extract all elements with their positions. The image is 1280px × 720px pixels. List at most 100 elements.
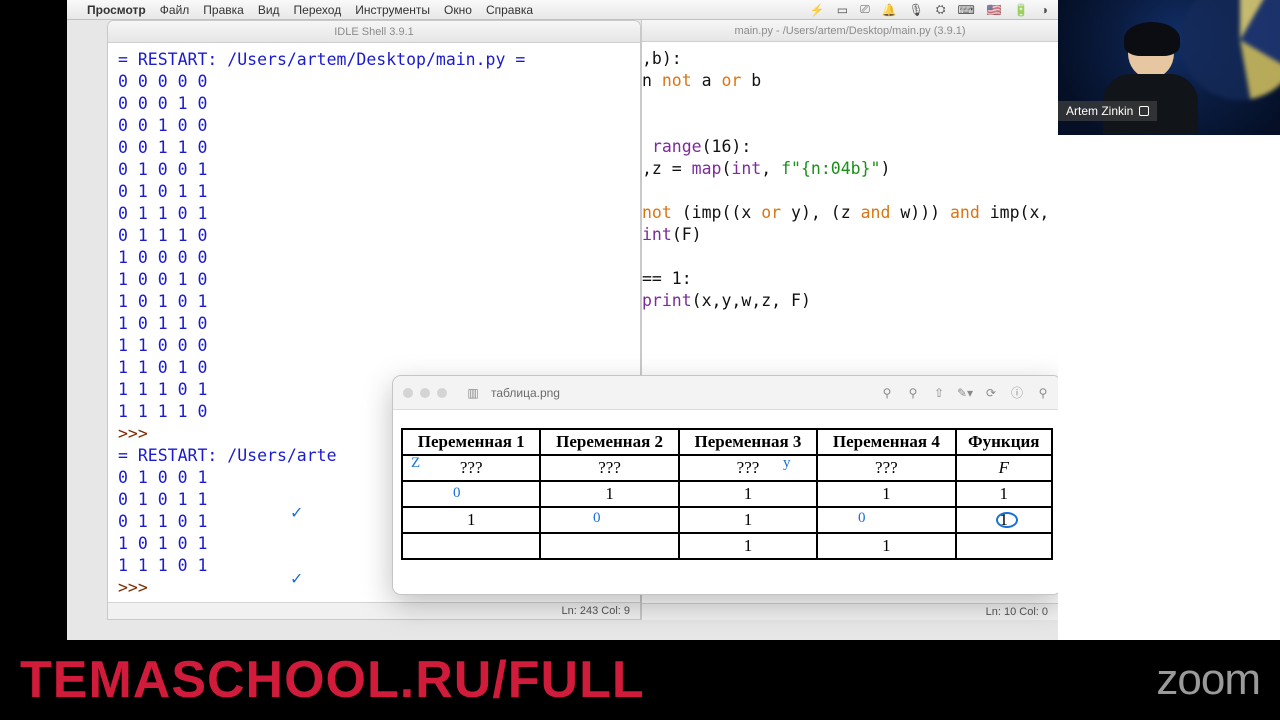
idle-prompt[interactable]: >>> xyxy=(118,424,158,443)
table-cell xyxy=(956,533,1052,559)
menu-file[interactable]: Файл xyxy=(160,3,190,17)
output-row: 1 1 1 1 0 xyxy=(118,402,207,421)
table-cell: 1 xyxy=(817,533,955,559)
participant-name: Artem Zinkin xyxy=(1066,104,1133,118)
screen-icon[interactable]: ⎚ xyxy=(860,2,870,17)
code-frag: or xyxy=(761,203,781,222)
zoom-out-icon[interactable]: ⚲ xyxy=(879,386,895,400)
output-row: 1 1 0 1 0 xyxy=(118,358,207,377)
rotate-icon[interactable]: ⟳ xyxy=(983,386,999,400)
code-frag: a xyxy=(692,71,722,90)
menu-go[interactable]: Переход xyxy=(294,3,342,17)
menu-view[interactable]: Вид xyxy=(258,3,280,17)
mic-icon[interactable]: 🎙 xyxy=(909,3,924,17)
dnd-icon[interactable]: ◑ xyxy=(1041,3,1048,17)
table-cell xyxy=(540,533,678,559)
table-cell: ??? xyxy=(402,455,540,481)
flag-us-icon[interactable]: 🇺🇸 xyxy=(987,3,1002,17)
code-frag: (x,y,w,z, F) xyxy=(692,291,811,310)
bottom-banner: TEMASCHOOL.RU/FULL zoom xyxy=(0,640,1280,720)
menu-edit[interactable]: Правка xyxy=(203,3,244,17)
left-gutter xyxy=(0,0,67,640)
table-cell: ??? xyxy=(679,455,817,481)
code-frag: (F) xyxy=(672,225,702,244)
table-cell: 1 xyxy=(956,507,1052,533)
table-cell: 1 xyxy=(679,533,817,559)
macos-menubar: Просмотр Файл Правка Вид Переход Инструм… xyxy=(67,0,1058,20)
zoom-icon[interactable] xyxy=(437,388,447,398)
bell-icon[interactable]: 🔔 xyxy=(882,3,897,17)
hand-check-icon: ✓ xyxy=(290,569,303,589)
right-column-blank xyxy=(1058,135,1280,640)
table-cell: 1 xyxy=(402,507,540,533)
code-frag: ,b): xyxy=(642,49,682,68)
close-icon[interactable] xyxy=(403,388,413,398)
hand-check-icon: ✓ xyxy=(290,503,303,523)
keyboard-icon[interactable]: ⌨ xyxy=(958,3,975,17)
output-row: 1 0 0 0 0 xyxy=(118,248,207,267)
editor-titlebar[interactable]: main.py - /Users/artem/Desktop/main.py (… xyxy=(642,20,1058,42)
zoom-logo: zoom xyxy=(1156,655,1260,705)
output-row: 1 0 1 1 0 xyxy=(118,314,207,333)
output-row: 1 0 0 1 0 xyxy=(118,270,207,289)
search-icon[interactable]: ⚲ xyxy=(1035,386,1051,400)
output-row: 1 0 1 0 1 xyxy=(118,292,207,311)
output-row: 1 1 1 0 1 xyxy=(118,380,207,399)
code-frag: not xyxy=(662,71,692,90)
table-cell: 1 xyxy=(817,481,955,507)
battery-icon[interactable]: 🔋 xyxy=(1014,3,1029,17)
code-frag: b xyxy=(741,71,761,90)
gear-icon[interactable]: ⛭ xyxy=(936,2,946,17)
editor-code[interactable]: ,b): n not a or b range(16): ,z = map(in… xyxy=(642,42,1058,318)
output-row: 0 0 1 1 0 xyxy=(118,138,207,157)
code-frag: int xyxy=(731,159,761,178)
table-header: Переменная 4 xyxy=(817,429,955,455)
zoom-in-icon[interactable]: ⚲ xyxy=(905,386,921,400)
table-row: 1 1 1 xyxy=(402,507,1052,533)
output-row: 0 0 1 0 0 xyxy=(118,116,207,135)
preview-toolbar[interactable]: ▥ таблица.png ⚲ ⚲ ⇧ ✎▾ ⟳ ⓘ ⚲ xyxy=(393,376,1061,410)
table-cell: 1 xyxy=(956,481,1052,507)
menu-window[interactable]: Окно xyxy=(444,3,472,17)
minimize-icon[interactable] xyxy=(420,388,430,398)
output-row: 0 0 0 1 0 xyxy=(118,94,207,113)
share-icon[interactable]: ⇧ xyxy=(931,386,947,400)
output-row: 1 1 0 0 0 xyxy=(118,336,207,355)
code-frag: not xyxy=(642,203,672,222)
code-frag: ) xyxy=(880,159,890,178)
table-cell: 1 xyxy=(679,481,817,507)
table-cell: 1 xyxy=(540,481,678,507)
code-frag: range xyxy=(652,137,702,156)
menubar-app-name[interactable]: Просмотр xyxy=(87,3,146,17)
idle-prompt[interactable]: >>> xyxy=(118,578,158,597)
code-frag: ( xyxy=(721,159,731,178)
code-frag: or xyxy=(722,71,742,90)
output-row: 0 1 0 0 1 xyxy=(118,468,207,487)
banner-url: TEMASCHOOL.RU/FULL xyxy=(20,650,645,710)
output-row: 1 0 1 0 1 xyxy=(118,534,207,553)
table-row: 1 1 xyxy=(402,533,1052,559)
code-frag: and xyxy=(861,203,891,222)
code-frag: w))) xyxy=(890,203,950,222)
table-header: Функция xyxy=(956,429,1052,455)
traffic-lights[interactable] xyxy=(403,388,447,398)
idle-titlebar[interactable]: IDLE Shell 3.9.1 xyxy=(108,21,640,43)
table-cell xyxy=(540,507,678,533)
webcam-name-label: Artem Zinkin xyxy=(1058,101,1157,121)
sidebar-toggle-icon[interactable]: ▥ xyxy=(465,386,481,400)
menu-tools[interactable]: Инструменты xyxy=(355,3,430,17)
preview-window[interactable]: ▥ таблица.png ⚲ ⚲ ⇧ ✎▾ ⟳ ⓘ ⚲ Переменная … xyxy=(392,375,1062,595)
info-icon[interactable]: ⓘ xyxy=(1009,384,1025,401)
webcam-tile[interactable]: Artem Zinkin xyxy=(1058,0,1280,135)
table-header: Переменная 2 xyxy=(540,429,678,455)
code-frag: print xyxy=(642,291,692,310)
window-icon[interactable]: ▭ xyxy=(837,3,848,17)
mute-icon[interactable] xyxy=(1139,106,1149,116)
menu-help[interactable]: Справка xyxy=(486,3,533,17)
output-row: 1 1 1 0 1 xyxy=(118,556,207,575)
table-header-row: Переменная 1 Переменная 2 Переменная 3 П… xyxy=(402,429,1052,455)
markup-icon[interactable]: ✎▾ xyxy=(957,386,973,400)
desktop-area: IDLE Shell 3.9.1 = RESTART: /Users/artem… xyxy=(67,20,1058,640)
table-cell: F xyxy=(956,455,1052,481)
bolt-icon[interactable]: ⚡ xyxy=(810,3,825,17)
